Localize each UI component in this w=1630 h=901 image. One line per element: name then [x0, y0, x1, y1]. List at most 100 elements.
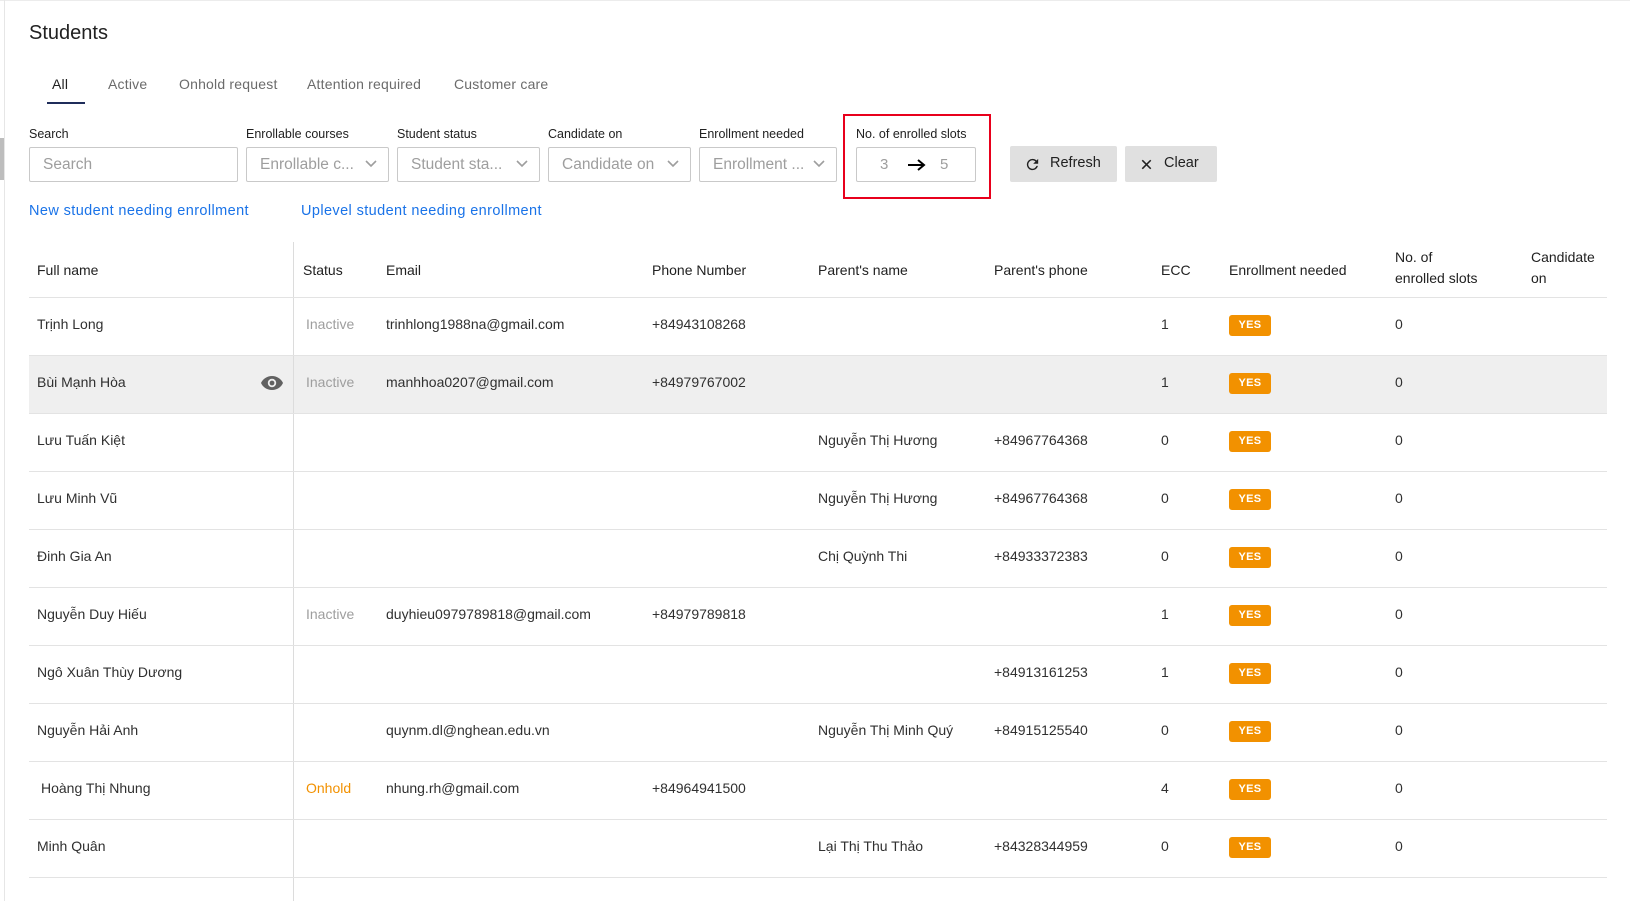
row-divider: [29, 413, 1607, 414]
cell-full-name[interactable]: Hoàng Thị Nhung: [41, 780, 150, 796]
cell-enrolled-slots: 0: [1395, 780, 1403, 796]
refresh-icon: [1026, 158, 1039, 171]
tab-customer-care[interactable]: Customer care: [454, 76, 548, 92]
enrollment-needed-badge: YES: [1229, 547, 1271, 568]
header-email[interactable]: Email: [386, 262, 421, 278]
enrollment-needed-badge: YES: [1229, 779, 1271, 800]
row-divider: [29, 819, 1607, 820]
header-candidate-on-line2[interactable]: on: [1531, 270, 1547, 286]
cell-status: Inactive: [306, 316, 355, 332]
header-candidate-on-line1[interactable]: Candidate: [1531, 249, 1595, 265]
cell-ecc: 0: [1161, 432, 1169, 448]
uplevel-student-enrollment-link[interactable]: Uplevel student needing enrollment: [301, 203, 542, 219]
header-enrolled-slots-line2[interactable]: enrolled slots: [1395, 270, 1478, 286]
cell-full-name[interactable]: Lưu Tuấn Kiệt: [37, 432, 125, 448]
cell-full-name[interactable]: Trịnh Long: [37, 316, 103, 332]
row-divider: [29, 703, 1607, 704]
cell-ecc: 1: [1161, 316, 1169, 332]
cell-enrolled-slots: 0: [1395, 374, 1403, 390]
enrollment-needed-badge: YES: [1229, 663, 1271, 684]
new-student-enrollment-link[interactable]: New student needing enrollment: [29, 203, 249, 219]
cell-full-name[interactable]: Nguyễn Hải Anh: [37, 722, 138, 738]
cell-status: Inactive: [306, 606, 355, 622]
tab-all[interactable]: All: [52, 76, 68, 92]
cell-enrolled-slots: 0: [1395, 548, 1403, 564]
candidate-on-label: Candidate on: [548, 127, 623, 141]
cell-full-name[interactable]: Minh Quân: [37, 838, 105, 854]
cell-parent-name: Nguyễn Thị Minh Quý: [818, 722, 954, 738]
header-status[interactable]: Status: [303, 262, 343, 278]
cell-phone: +84979767002: [652, 374, 746, 390]
cell-parent-phone: +84967764368: [994, 432, 1088, 448]
enrollment-needed-label: Enrollment needed: [699, 127, 804, 141]
cell-full-name[interactable]: Ngô Xuân Thùy Dương: [37, 664, 182, 680]
refresh-label: Refresh: [1050, 155, 1101, 171]
refresh-button[interactable]: Refresh: [1010, 146, 1117, 182]
enrollable-courses-select[interactable]: Enrollable c...: [246, 147, 389, 182]
chevron-down-icon: [365, 160, 377, 168]
search-input[interactable]: Search: [29, 147, 238, 182]
cell-enrolled-slots: 0: [1395, 490, 1403, 506]
cell-ecc: 0: [1161, 838, 1169, 854]
arrow-right-icon: [908, 159, 926, 171]
enrollment-needed-badge: YES: [1229, 837, 1271, 858]
range-max-input[interactable]: 5: [940, 156, 948, 173]
cell-status: Inactive: [306, 374, 355, 390]
chevron-down-icon: [813, 160, 825, 168]
enrollment-needed-badge: YES: [1229, 431, 1271, 452]
header-enrolled-slots-line1[interactable]: No. of: [1395, 249, 1432, 265]
header-divider: [29, 297, 1607, 298]
cell-enrolled-slots: 0: [1395, 606, 1403, 622]
page-title: Students: [29, 22, 108, 44]
left-divider: [4, 0, 5, 901]
enrolled-slots-range[interactable]: 3 5: [856, 147, 976, 182]
row-divider: [29, 645, 1607, 646]
cell-full-name[interactable]: Đinh Gia An: [37, 548, 112, 564]
close-icon: [1141, 159, 1152, 170]
enrollment-needed-badge: YES: [1229, 605, 1271, 626]
header-ecc[interactable]: ECC: [1161, 262, 1191, 278]
cell-enrolled-slots: 0: [1395, 316, 1403, 332]
student-status-select[interactable]: Student sta...: [397, 147, 540, 182]
cell-parent-phone: +84915125540: [994, 722, 1088, 738]
enrollable-courses-placeholder: Enrollable c...: [260, 156, 354, 173]
tab-onhold-request[interactable]: Onhold request: [179, 76, 278, 92]
range-min-input[interactable]: 3: [880, 156, 888, 173]
cell-full-name[interactable]: Bùi Mạnh Hòa: [37, 374, 126, 390]
student-status-placeholder: Student sta...: [411, 156, 503, 173]
active-tab-indicator: [47, 102, 85, 104]
header-parent-phone[interactable]: Parent's phone: [994, 262, 1088, 278]
enrollment-needed-placeholder: Enrollment ...: [713, 156, 805, 173]
cell-email: quynm.dl@nghean.edu.vn: [386, 722, 550, 738]
cell-parent-phone: +84328344959: [994, 838, 1088, 854]
cell-parent-name: Nguyễn Thị Hương: [818, 432, 938, 448]
cell-email: manhhoa0207@gmail.com: [386, 374, 554, 390]
eye-icon[interactable]: [260, 375, 284, 391]
chevron-down-icon: [667, 160, 679, 168]
cell-full-name[interactable]: Nguyễn Duy Hiếu: [37, 606, 147, 622]
search-label: Search: [29, 127, 69, 141]
cell-parent-name: Nguyễn Thị Hương: [818, 490, 938, 506]
cell-enrolled-slots: 0: [1395, 432, 1403, 448]
header-parent-name[interactable]: Parent's name: [818, 262, 908, 278]
header-phone[interactable]: Phone Number: [652, 262, 746, 278]
tab-active[interactable]: Active: [108, 76, 147, 92]
clear-button[interactable]: Clear: [1125, 146, 1217, 182]
candidate-on-select[interactable]: Candidate on: [548, 147, 691, 182]
tab-attention-required[interactable]: Attention required: [307, 76, 421, 92]
candidate-on-placeholder: Candidate on: [562, 156, 655, 173]
row-divider: [29, 587, 1607, 588]
header-full-name[interactable]: Full name: [37, 262, 98, 278]
sidebar-handle[interactable]: [0, 138, 4, 180]
top-divider: [0, 0, 1630, 1]
cell-full-name[interactable]: Lưu Minh Vũ: [37, 490, 117, 506]
cell-ecc: 1: [1161, 374, 1169, 390]
cell-ecc: 1: [1161, 606, 1169, 622]
header-enrollment-needed[interactable]: Enrollment needed: [1229, 262, 1347, 278]
clear-label: Clear: [1164, 155, 1199, 171]
enrollment-needed-select[interactable]: Enrollment ...: [699, 147, 837, 182]
cell-phone: +84964941500: [652, 780, 746, 796]
row-divider: [29, 761, 1607, 762]
enrollment-needed-badge: YES: [1229, 315, 1271, 336]
cell-email: nhung.rh@gmail.com: [386, 780, 520, 796]
